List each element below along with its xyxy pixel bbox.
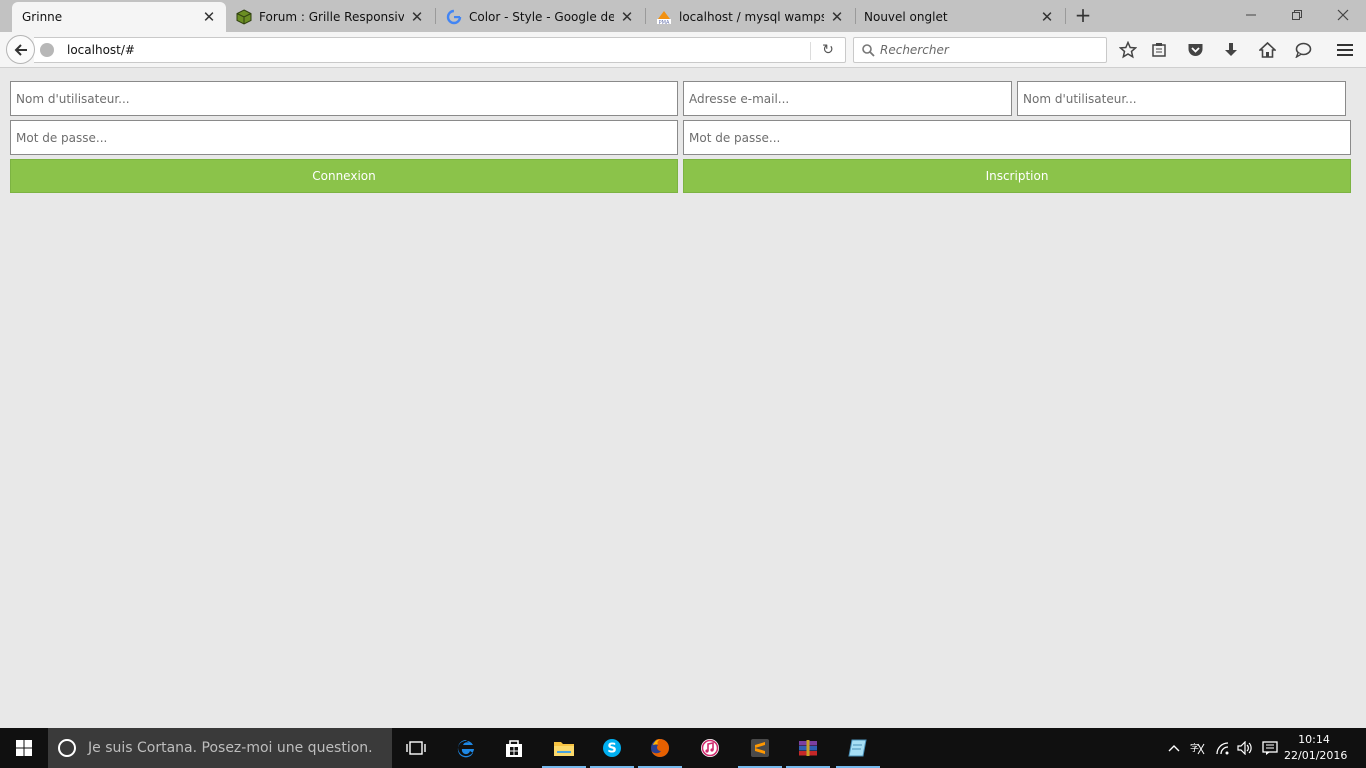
google-icon — [446, 9, 462, 25]
cube-icon — [236, 9, 252, 25]
back-button[interactable] — [6, 35, 35, 64]
action-center-icon[interactable] — [1258, 728, 1282, 768]
cortana-search-box[interactable]: Je suis Cortana. Posez-moi une question. — [48, 728, 392, 768]
notepad-icon[interactable] — [834, 728, 882, 768]
search-bar[interactable] — [853, 37, 1107, 63]
close-tab-icon[interactable]: ✕ — [202, 10, 216, 25]
tab-title: Grinne — [22, 10, 63, 24]
edge-icon[interactable] — [442, 728, 490, 768]
windows-logo-icon — [16, 740, 32, 756]
close-tab-icon[interactable]: ✕ — [620, 10, 634, 25]
page-content: Connexion Inscription — [0, 69, 1366, 728]
back-arrow-icon — [14, 43, 27, 56]
register-button[interactable]: Inscription — [683, 159, 1351, 193]
cortana-icon — [58, 739, 76, 757]
bookmark-star-icon[interactable] — [1117, 39, 1139, 61]
tab-forum[interactable]: Forum : Grille Responsive |... ✕ — [226, 2, 434, 32]
url-divider — [810, 42, 811, 60]
minimize-icon[interactable] — [1228, 0, 1274, 30]
skype-icon[interactable]: S — [588, 728, 636, 768]
chat-bubble-icon[interactable] — [1292, 39, 1314, 61]
url-text[interactable]: localhost/# — [67, 43, 135, 57]
tab-title: Nouvel onglet — [864, 10, 948, 24]
file-explorer-icon[interactable] — [540, 728, 588, 768]
tab-phpmyadmin[interactable]: PMA localhost / mysql wampse... ✕ — [646, 2, 854, 32]
register-password-input[interactable] — [684, 121, 1350, 154]
close-window-icon[interactable] — [1320, 0, 1366, 30]
chevron-up-icon[interactable] — [1164, 728, 1184, 768]
search-input[interactable] — [880, 41, 1100, 59]
svg-text:字: 字 — [1190, 742, 1199, 754]
register-email-field[interactable] — [683, 81, 1012, 116]
cortana-placeholder: Je suis Cortana. Posez-moi une question. — [88, 740, 373, 756]
search-icon — [862, 44, 875, 57]
download-icon[interactable] — [1220, 39, 1242, 61]
login-password-input[interactable] — [11, 121, 677, 154]
reload-icon[interactable]: ↻ — [820, 42, 836, 58]
tab-title: Color - Style - Google desi... — [469, 10, 614, 24]
system-clock[interactable]: 10:14 22/01/2016 — [1284, 732, 1348, 764]
tab-title: localhost / mysql wampse... — [679, 10, 824, 24]
tab-strip: Grinne ✕ Forum : Grille Responsive |... … — [0, 0, 1366, 32]
tab-title: Forum : Grille Responsive |... — [259, 10, 404, 24]
url-bar[interactable]: localhost/# ↻ — [34, 37, 846, 63]
register-password-field[interactable] — [683, 120, 1351, 155]
tab-separator — [1065, 8, 1066, 24]
register-username-input[interactable] — [1018, 82, 1345, 115]
register-email-input[interactable] — [684, 82, 1011, 115]
plus-icon[interactable]: + — [1072, 4, 1094, 28]
pocket-icon[interactable] — [1184, 39, 1206, 61]
volume-icon[interactable] — [1234, 728, 1256, 768]
login-password-field[interactable] — [10, 120, 678, 155]
sublime-text-icon[interactable] — [736, 728, 784, 768]
restore-icon[interactable] — [1274, 0, 1320, 30]
wifi-icon[interactable] — [1212, 728, 1234, 768]
home-icon[interactable] — [1256, 39, 1278, 61]
login-username-input[interactable] — [11, 82, 677, 115]
login-button[interactable]: Connexion — [10, 159, 678, 193]
svg-text:S: S — [607, 742, 616, 757]
navigation-toolbar: localhost/# ↻ — [0, 32, 1366, 68]
close-tab-icon[interactable]: ✕ — [410, 10, 424, 25]
tab-google-design[interactable]: Color - Style - Google desi... ✕ — [436, 2, 644, 32]
login-username-field[interactable] — [10, 81, 678, 116]
tab-new-tab[interactable]: Nouvel onglet ✕ — [854, 2, 1064, 32]
svg-text:PMA: PMA — [659, 20, 670, 25]
hamburger-menu-icon[interactable] — [1334, 39, 1356, 61]
register-username-field[interactable] — [1017, 81, 1346, 116]
windows-start-button[interactable] — [0, 728, 48, 768]
task-view-icon[interactable] — [392, 728, 440, 768]
firefox-icon[interactable] — [636, 728, 684, 768]
close-tab-icon[interactable]: ✕ — [830, 10, 844, 25]
keyboard-language-icon[interactable]: 字 — [1186, 728, 1208, 768]
winrar-icon[interactable] — [784, 728, 832, 768]
store-icon[interactable] — [490, 728, 538, 768]
close-tab-icon[interactable]: ✕ — [1040, 10, 1054, 25]
bookmarks-list-icon[interactable] — [1148, 39, 1170, 61]
globe-icon — [40, 43, 54, 57]
phpmyadmin-icon: PMA — [656, 9, 672, 25]
tab-grinne[interactable]: Grinne ✕ — [12, 2, 226, 32]
windows-taskbar: Je suis Cortana. Posez-moi une question.… — [0, 728, 1366, 768]
clock-time: 10:14 — [1298, 733, 1330, 746]
itunes-icon[interactable] — [686, 728, 734, 768]
clock-date: 22/01/2016 — [1284, 749, 1348, 762]
